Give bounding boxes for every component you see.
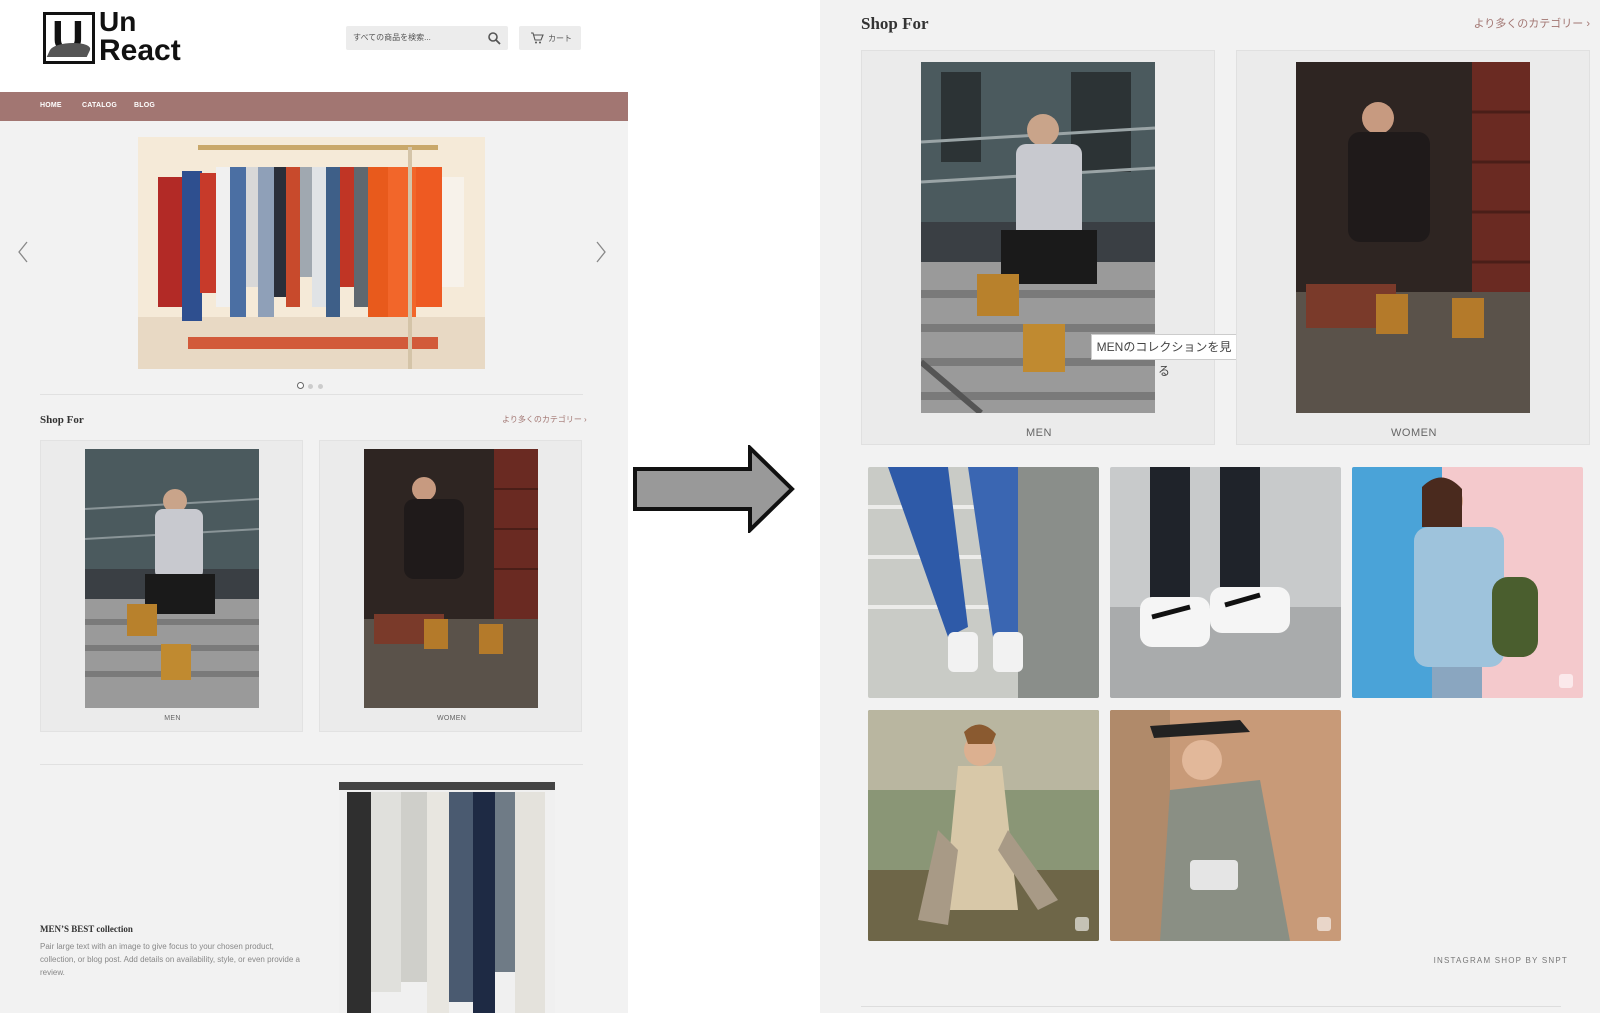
category-image-women: [1296, 62, 1530, 413]
feature-image: [339, 782, 555, 1013]
nav-item-home[interactable]: HOME: [40, 102, 62, 109]
feature-title: MEN’S BEST collection: [40, 924, 133, 934]
shop-for-heading: Shop For: [40, 414, 84, 426]
search-input[interactable]: すべての商品を検索...: [346, 26, 508, 50]
site-header: U Un React すべての商品を検索... カート: [0, 0, 628, 92]
divider: [861, 1006, 1561, 1007]
category-image-women: [364, 449, 538, 708]
carousel-dot-2[interactable]: [308, 384, 313, 389]
divider: [40, 394, 583, 395]
instagram-shop-credit[interactable]: INSTAGRAM SHOP BY SNPT: [1434, 956, 1568, 965]
store-page-before: U Un React すべての商品を検索... カート HOME CATALOG…: [0, 0, 628, 1013]
category-label-women: WOMEN: [1391, 427, 1437, 439]
carousel-dots: [297, 376, 328, 394]
hero-slide-image: [138, 137, 485, 369]
logo-mark: U: [43, 12, 95, 64]
shop-bag-icon: [1559, 674, 1573, 688]
logo-text-react: React: [99, 34, 181, 67]
search-placeholder: すべての商品を検索...: [353, 33, 431, 42]
category-image-men: [921, 62, 1155, 413]
cart-icon: [531, 32, 544, 44]
category-card-women[interactable]: WOMEN: [1236, 50, 1590, 445]
cart-button[interactable]: カート: [519, 26, 581, 50]
instagram-post[interactable]: [1110, 467, 1341, 698]
category-label-women: WOMEN: [436, 715, 467, 722]
divider: [40, 764, 583, 765]
category-label-men: MEN: [164, 715, 181, 722]
category-image-men: [85, 449, 259, 708]
transition-arrow-icon: [633, 445, 795, 533]
instagram-post[interactable]: [1110, 710, 1341, 941]
logo-text-un: Un: [99, 6, 137, 37]
carousel-dot-3[interactable]: [318, 384, 323, 389]
store-page-after: Shop For より多くのカテゴリー › MEN MENのコレクションを見る: [820, 0, 1600, 1013]
search-icon[interactable]: [486, 30, 502, 46]
cart-label: カート: [548, 34, 572, 43]
category-card-women[interactable]: WOMEN: [319, 440, 582, 732]
nav-item-blog[interactable]: BLOG: [134, 102, 155, 109]
category-card-men[interactable]: MEN: [861, 50, 1215, 445]
more-categories-link[interactable]: より多くのカテゴリー ›: [502, 414, 587, 425]
carousel-dot-1[interactable]: [297, 382, 304, 389]
more-categories-link[interactable]: より多くのカテゴリー ›: [1474, 15, 1591, 31]
shop-bag-icon: [1075, 917, 1089, 931]
hover-tooltip: MENのコレクションを見る: [1091, 334, 1237, 378]
feature-body: Pair large text with an image to give fo…: [40, 942, 300, 977]
shop-for-heading: Shop For: [861, 14, 929, 33]
carousel-prev-icon[interactable]: [16, 240, 30, 264]
site-logo[interactable]: U Un React: [43, 6, 203, 67]
nav-item-catalog[interactable]: CATALOG: [82, 102, 117, 109]
category-card-men[interactable]: MEN: [40, 440, 303, 732]
instagram-post[interactable]: [868, 710, 1099, 941]
carousel-next-icon[interactable]: [594, 240, 608, 264]
instagram-post[interactable]: [868, 467, 1099, 698]
instagram-post[interactable]: [1352, 467, 1583, 698]
main-nav: HOME CATALOG BLOG: [0, 92, 628, 121]
category-label-men: MEN: [1026, 427, 1052, 439]
shop-bag-icon: [1317, 917, 1331, 931]
